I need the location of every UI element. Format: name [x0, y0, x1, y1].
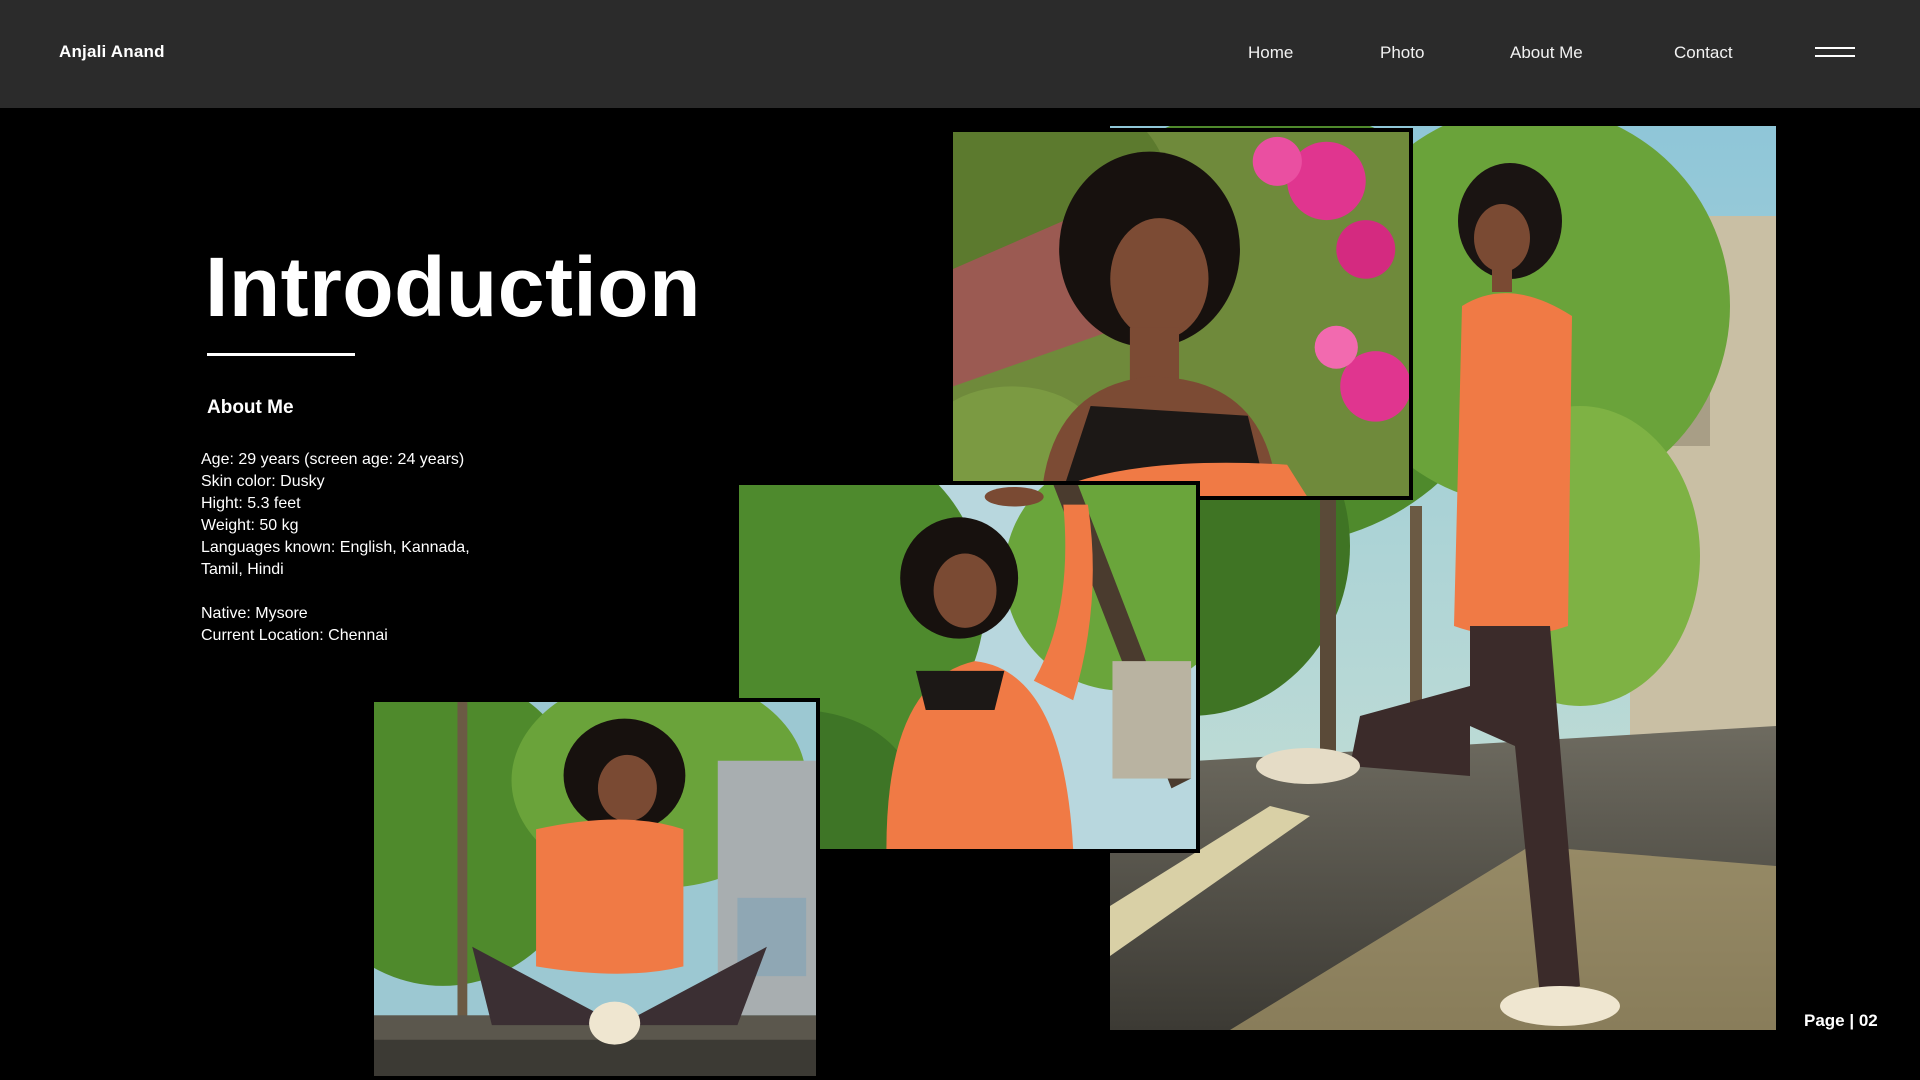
page-title: Introduction: [205, 240, 701, 334]
detail-native: Native: Mysore: [201, 605, 308, 622]
title-underline: [207, 353, 355, 356]
about-me-heading: About Me: [207, 397, 294, 418]
photo-portrait-flowers: [949, 128, 1413, 500]
hamburger-menu-icon[interactable]: [1812, 44, 1858, 60]
photo-sitting-road: [370, 698, 820, 1080]
about-me-details: Age: 29 years (screen age: 24 years) Ski…: [201, 449, 561, 647]
nav-about-me-link[interactable]: About Me: [1510, 43, 1583, 63]
detail-current-location: Current Location: Chennai: [201, 627, 388, 644]
detail-languages: Languages known: English, Kannada,: [201, 539, 470, 556]
page-number: Page | 02: [1804, 1011, 1878, 1030]
nav-photo-link[interactable]: Photo: [1380, 43, 1424, 63]
detail-age: Age: 29 years (screen age: 24 years): [201, 451, 465, 468]
top-navbar: Anjali Anand Home Photo About Me Contact: [0, 0, 1920, 108]
page: Anjali Anand Home Photo About Me Contact…: [0, 0, 1920, 1080]
detail-height: Hight: 5.3 feet: [201, 495, 301, 512]
nav-home-link[interactable]: Home: [1248, 43, 1293, 63]
detail-skin-color: Skin color: Dusky: [201, 473, 325, 490]
brand-name[interactable]: Anjali Anand: [59, 42, 165, 62]
nav-contact-link[interactable]: Contact: [1674, 43, 1733, 63]
detail-languages-continued: Tamil, Hindi: [201, 561, 284, 578]
detail-weight: Weight: 50 kg: [201, 517, 299, 534]
